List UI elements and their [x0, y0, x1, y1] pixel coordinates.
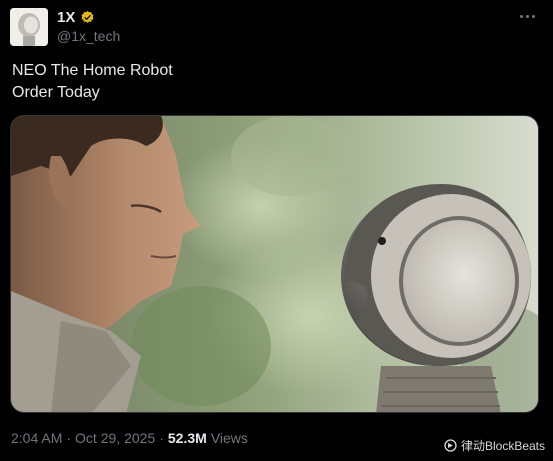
- watermark: 律动BlockBeats: [444, 437, 545, 454]
- tweet-date[interactable]: Oct 29, 2025: [75, 430, 155, 446]
- tweet-text-line: Order Today: [12, 84, 100, 101]
- avatar[interactable]: [10, 8, 48, 46]
- meta-separator: ·: [66, 430, 72, 446]
- meta-separator: ·: [159, 430, 164, 446]
- tweet: 1X @1x_tech NEO The Home Robot Order Tod…: [0, 0, 553, 461]
- tweet-text: NEO The Home Robot Order Today: [12, 60, 173, 104]
- verified-gold-icon: [80, 10, 95, 25]
- author-name-row: 1X: [57, 9, 95, 26]
- tweet-text-line: NEO The Home Robot: [12, 62, 173, 79]
- author-handle[interactable]: @1x_tech: [57, 28, 120, 44]
- views-count[interactable]: 52.3M: [168, 430, 207, 446]
- author-display-name[interactable]: 1X: [57, 9, 75, 26]
- blockbeats-logo-icon: [444, 439, 457, 452]
- views-label: Views: [210, 430, 248, 446]
- more-horizontal-icon[interactable]: [515, 6, 539, 26]
- watermark-text: 律动BlockBeats: [460, 439, 545, 453]
- tweet-meta: 2:04 AM · Oct 29, 2025 · 52.3M Views: [11, 430, 248, 446]
- tweet-media-image[interactable]: [10, 115, 539, 413]
- tweet-time[interactable]: 2:04 AM: [11, 430, 62, 446]
